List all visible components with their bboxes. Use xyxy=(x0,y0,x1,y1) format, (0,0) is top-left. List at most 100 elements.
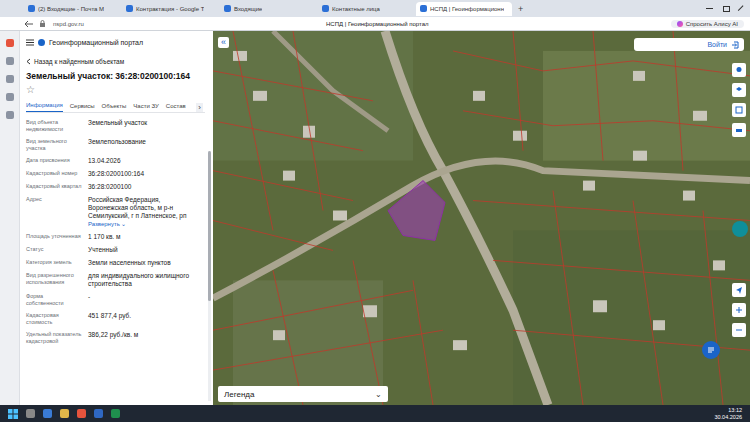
logo-icon xyxy=(38,39,45,46)
taskbar: 13:1230.04.2026 xyxy=(0,405,750,422)
layers-icon[interactable] xyxy=(732,83,746,97)
field-value: Земельный участок xyxy=(88,119,201,133)
field-row: Кадастровый квартал36:28:0200100 xyxy=(26,183,201,191)
field-value: для индивидуального жилищного строительс… xyxy=(88,272,201,288)
url-text[interactable]: nspd.gov.ru xyxy=(53,21,84,27)
login-icon xyxy=(731,41,739,49)
nav-buttons xyxy=(24,20,47,28)
browser-tab[interactable]: Контрактация - Google Т xyxy=(122,2,218,16)
collapse-panel-button[interactable]: « xyxy=(218,37,229,48)
maximize-icon[interactable] xyxy=(723,6,730,12)
field-row: Удельный показатель кадастровой386,22 ру… xyxy=(26,331,201,345)
field-row: Кадастровая стоимость 451 877,4 руб. xyxy=(26,312,201,326)
word-icon[interactable] xyxy=(94,409,103,418)
print-icon[interactable] xyxy=(732,123,746,137)
field-value: Земли населенных пунктов xyxy=(88,259,201,267)
bookmark-icon[interactable] xyxy=(6,57,14,65)
selected-parcel[interactable] xyxy=(388,181,445,241)
satellite-map[interactable] xyxy=(213,31,750,405)
new-tab-button[interactable]: + xyxy=(514,4,527,14)
windows-icon[interactable] xyxy=(8,409,18,419)
favicon-icon xyxy=(28,5,35,12)
page-title: НСПД | Геоинформационный портал xyxy=(90,21,665,27)
field-row: АдресРоссийская Федерация, Воронежская о… xyxy=(26,196,201,228)
map-tools xyxy=(732,63,746,137)
info-tab[interactable]: Состав xyxy=(166,101,186,112)
location-icon[interactable] xyxy=(732,63,746,77)
scrollbar[interactable] xyxy=(208,151,211,401)
explorer-icon[interactable] xyxy=(60,409,69,418)
favorite-star[interactable]: ☆ xyxy=(26,84,205,96)
field-label: Кадастровая стоимость xyxy=(26,312,82,326)
map[interactable]: « Войти Легенда⌄ xyxy=(213,31,750,405)
favicon-icon xyxy=(224,5,231,12)
browser-sidebar xyxy=(0,31,20,405)
field-row: Вид разрешенного использованиядля индиви… xyxy=(26,272,201,288)
field-label: Вид земельного участка xyxy=(26,138,82,152)
field-value: 1 170 кв. м xyxy=(88,233,201,241)
excel-icon[interactable] xyxy=(111,409,120,418)
browser-tab[interactable]: Контактные лица xyxy=(318,2,414,16)
close-icon[interactable] xyxy=(738,5,744,11)
field-value: - xyxy=(88,293,201,307)
menu-icon[interactable] xyxy=(26,39,34,46)
login-button[interactable]: Войти xyxy=(634,38,744,51)
field-row: СтатусУчтенный xyxy=(26,246,201,254)
field-label: Кадастровый номер xyxy=(26,170,82,178)
field-row: Форма собственности- xyxy=(26,293,201,307)
info-tab[interactable]: Объекты xyxy=(102,101,127,112)
alice-button[interactable]: Спросить Алису AI xyxy=(671,20,744,28)
field-value: Российская Федерация, Воронежская област… xyxy=(88,196,201,228)
browser-tab[interactable]: Входящие xyxy=(220,2,316,16)
info-tab[interactable]: Части ЗУ xyxy=(133,101,158,112)
favicon-icon xyxy=(322,5,329,12)
field-label: Удельный показатель кадастровой xyxy=(26,331,82,345)
field-value: 13.04.2026 xyxy=(88,157,201,165)
scroll-thumb[interactable] xyxy=(208,151,211,301)
music-icon[interactable] xyxy=(6,93,14,101)
portal-title: Геоинформационный портал xyxy=(49,39,143,46)
zoom-out-icon[interactable] xyxy=(732,323,746,337)
back-link[interactable]: Назад к найденным объектам xyxy=(26,58,205,65)
address-bar: nspd.gov.ru НСПД | Геоинформационный порт… xyxy=(0,17,750,31)
search-icon[interactable] xyxy=(26,409,35,418)
field-label: Вид объекта недвижимости xyxy=(26,119,82,133)
browser-tab[interactable]: (2) Входящие - Почта М xyxy=(24,2,120,16)
field-row: Площадь уточненная1 170 кв. м xyxy=(26,233,201,241)
window-controls xyxy=(706,5,750,12)
minimize-icon[interactable] xyxy=(706,8,713,9)
tabs-more-button[interactable]: › xyxy=(196,103,203,112)
navigate-icon[interactable] xyxy=(732,283,746,297)
yandex-browser-icon[interactable] xyxy=(77,409,86,418)
legend-dropdown[interactable]: Легенда⌄ xyxy=(218,386,388,402)
info-tab[interactable]: Сервисы xyxy=(70,101,95,112)
info-tab[interactable]: Информация xyxy=(26,100,63,112)
favicon-icon xyxy=(420,5,427,12)
lock-icon xyxy=(38,20,47,28)
measure-icon[interactable] xyxy=(732,103,746,117)
portal-header: Геоинформационный портал xyxy=(26,35,205,49)
main-area: Геоинформационный портал Назад к найденны… xyxy=(0,31,750,405)
zoom-in-icon[interactable] xyxy=(732,303,746,317)
expand-link[interactable]: Развернуть ⌄ xyxy=(88,220,201,228)
mail-icon[interactable] xyxy=(6,75,14,83)
field-row: Вид земельного участкаЗемлепользование xyxy=(26,138,201,152)
map-nav-tools xyxy=(732,283,746,337)
apps-icon[interactable] xyxy=(6,111,14,119)
browser-tab[interactable]: НСПД | Геоинформационн xyxy=(416,2,512,16)
field-row: Вид объекта недвижимости Земельный участо… xyxy=(26,119,201,133)
back-arrow-icon[interactable] xyxy=(24,20,34,28)
edge-icon[interactable] xyxy=(43,409,52,418)
field-label: Дата присвоения xyxy=(26,157,82,165)
assistant-icon[interactable] xyxy=(732,221,748,237)
yandex-icon[interactable] xyxy=(6,39,14,47)
info-panel: Геоинформационный портал Назад к найденны… xyxy=(20,31,213,405)
field-value: 36:28:0200100:164 xyxy=(88,170,201,178)
field-value: 451 877,4 руб. xyxy=(88,312,201,326)
field-row: Категория земельЗемли населенных пунктов xyxy=(26,259,201,267)
field-label: Форма собственности xyxy=(26,293,82,307)
chat-icon[interactable] xyxy=(702,341,720,359)
clock[interactable]: 13:1230.04.2026 xyxy=(714,407,742,420)
object-heading: Земельный участок: 36:28:0200100:164 xyxy=(26,71,205,81)
screen: (2) Входящие - Почта МКонтрактация - Goo… xyxy=(0,0,750,422)
